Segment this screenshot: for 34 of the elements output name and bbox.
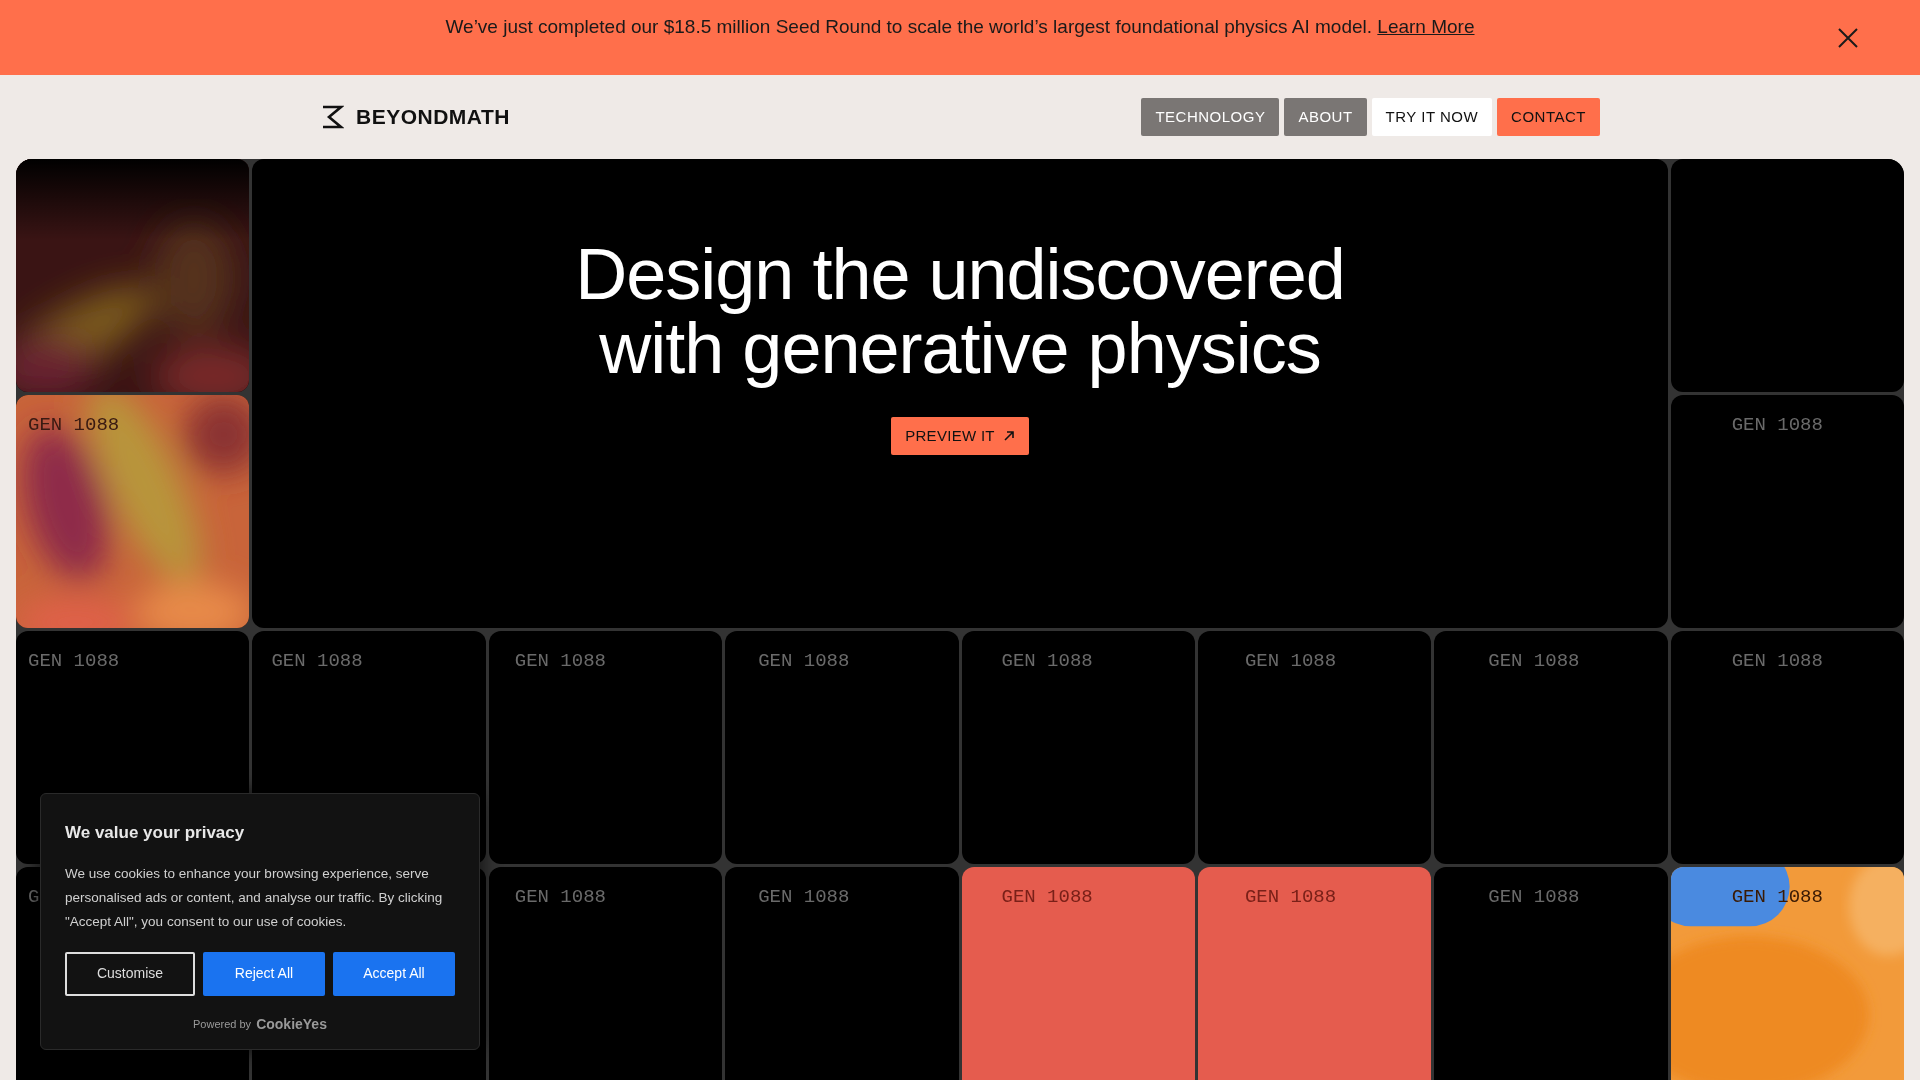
tile-label: GEN 1088: [1001, 885, 1093, 910]
arrow-icon: [1002, 430, 1015, 442]
announcement-text: We’ve just completed our $18.5 million Seed Round to scale the world’s largest foundational physics AI model. Learn More: [445, 15, 1475, 40]
tile-label: GEN 1088: [1731, 649, 1823, 674]
tile-label: GEN 1088: [1001, 649, 1093, 674]
powered-by-text: Powered by: [193, 1016, 252, 1032]
tile-label: GEN 1088: [514, 649, 606, 674]
tile-label: GEN 1088: [1244, 649, 1337, 674]
tile-label: GEN 1088: [28, 413, 120, 438]
close-icon[interactable]: [1836, 26, 1860, 50]
logo-text: BEYONDMATH: [356, 104, 510, 131]
tile-label: GEN 1088: [1488, 885, 1580, 910]
tile-label: GEN 1088: [758, 649, 850, 674]
brand-logo: CookieYes: [256, 1014, 327, 1034]
nav-button[interactable]: CONTACT: [1497, 98, 1600, 136]
tile-label: GEN 1088: [28, 649, 120, 674]
cookie-button[interactable]: Customise: [65, 951, 195, 996]
tile-label: G: [28, 885, 40, 910]
tile-label: GEN 1088: [758, 885, 850, 910]
tile-label: GEN 1088: [514, 885, 606, 910]
nav-button[interactable]: ABOUT: [1284, 98, 1367, 136]
tile-label: GEN 1088: [1244, 885, 1337, 910]
preview-button[interactable]: PREVIEW IT: [891, 417, 1029, 455]
logo-icon: [320, 105, 344, 129]
cookie-text: We use cookies to enhance your browsing experience, serve personalised ads or content, and analyse our traffic. By clicking "Accept All", you consent to our use of cookies.: [65, 864, 444, 931]
tile-label: GEN 1088: [271, 649, 363, 674]
cookie-title: We value your privacy: [65, 822, 246, 844]
tile-label: GEN 1088: [1488, 649, 1580, 674]
nav-button[interactable]: TECHNOLOGY: [1141, 98, 1280, 136]
nav-button[interactable]: TRY IT NOW: [1371, 98, 1493, 136]
cookie-button[interactable]: Accept All: [333, 951, 455, 996]
tile-label: GEN 1088: [1731, 413, 1823, 438]
cookie-button[interactable]: Reject All: [203, 951, 325, 996]
learn-more-link[interactable]: Learn More: [1377, 16, 1475, 38]
